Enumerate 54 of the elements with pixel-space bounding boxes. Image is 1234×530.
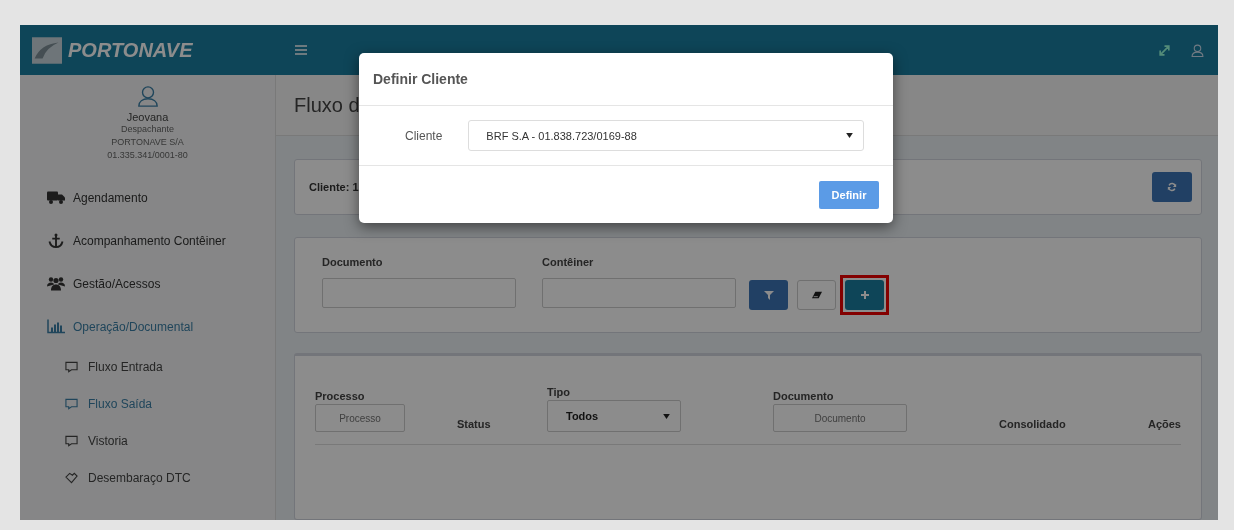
filter-button[interactable] [749, 280, 788, 310]
input-field[interactable] [322, 278, 516, 308]
column-header: Consolidado [999, 418, 1067, 432]
caret-icon [663, 413, 670, 419]
clear-button[interactable] [797, 280, 836, 310]
user-document: 01.335.341/0001-80 [107, 149, 188, 162]
submenu-item[interactable]: Fluxo Entrada [20, 348, 275, 385]
field-label: Documento [322, 256, 384, 268]
field-label: Cliente [405, 128, 443, 143]
anchor-icon [47, 233, 65, 248]
menu-item[interactable]: Operação/Documental [20, 305, 275, 348]
field-label: Contêiner [542, 256, 595, 268]
submenu-item[interactable]: Vistoria [20, 422, 275, 459]
dialog-title: Definir Cliente [373, 71, 468, 87]
user-role: Despachante [120, 123, 174, 136]
user-icon[interactable] [1191, 43, 1204, 57]
refresh-button[interactable] [1152, 172, 1192, 202]
input-field[interactable] [542, 278, 736, 308]
submenu-item[interactable]: Fluxo Saída [20, 385, 275, 422]
bar-chart-icon [47, 319, 65, 334]
page-title: Fluxo d [294, 93, 360, 117]
menu-item[interactable]: Acompanhamento Contêiner [20, 219, 275, 262]
user-company: PORTONAVE S/A [111, 136, 184, 149]
submenu-item[interactable]: Desembaraço DTC [20, 459, 275, 496]
monitor-icon [65, 434, 78, 447]
ship-logo-icon [32, 36, 62, 64]
column-header: Status [457, 418, 492, 432]
column-filter-select[interactable]: Todos [547, 400, 681, 432]
column-header: Documento [773, 390, 835, 402]
column-filter-field[interactable]: Processo [315, 404, 405, 432]
column-header: Ações [1147, 418, 1181, 432]
plus-icon [859, 290, 870, 300]
user-icon [136, 85, 159, 107]
eraser-icon [811, 290, 822, 300]
column-header: Processo [315, 390, 366, 402]
expand-icon[interactable] [1158, 43, 1171, 57]
define-button[interactable]: Definir [819, 180, 879, 209]
menu-item[interactable]: Gestão/Acessos [20, 262, 275, 305]
filter-icon [763, 290, 774, 300]
menu-icon[interactable] [295, 45, 307, 55]
column-filter-field[interactable]: Documento [773, 404, 907, 432]
user-name: Jeovana [126, 111, 169, 123]
refresh-icon [1167, 182, 1177, 192]
monitor-icon [65, 360, 78, 373]
handshake-icon [65, 471, 78, 484]
truck-icon [47, 190, 65, 205]
brand-name: PORTONAVE [68, 38, 193, 62]
users-icon [47, 276, 65, 291]
monitor-icon [65, 397, 78, 410]
menu-item[interactable]: Agendamento [20, 176, 275, 219]
client-select[interactable]: BRF S.A - 01.838.723/0169-88 [468, 120, 865, 151]
client-label: Cliente: 1 [309, 181, 359, 193]
caret-icon [846, 133, 854, 138]
column-header: Tipo [547, 386, 571, 398]
